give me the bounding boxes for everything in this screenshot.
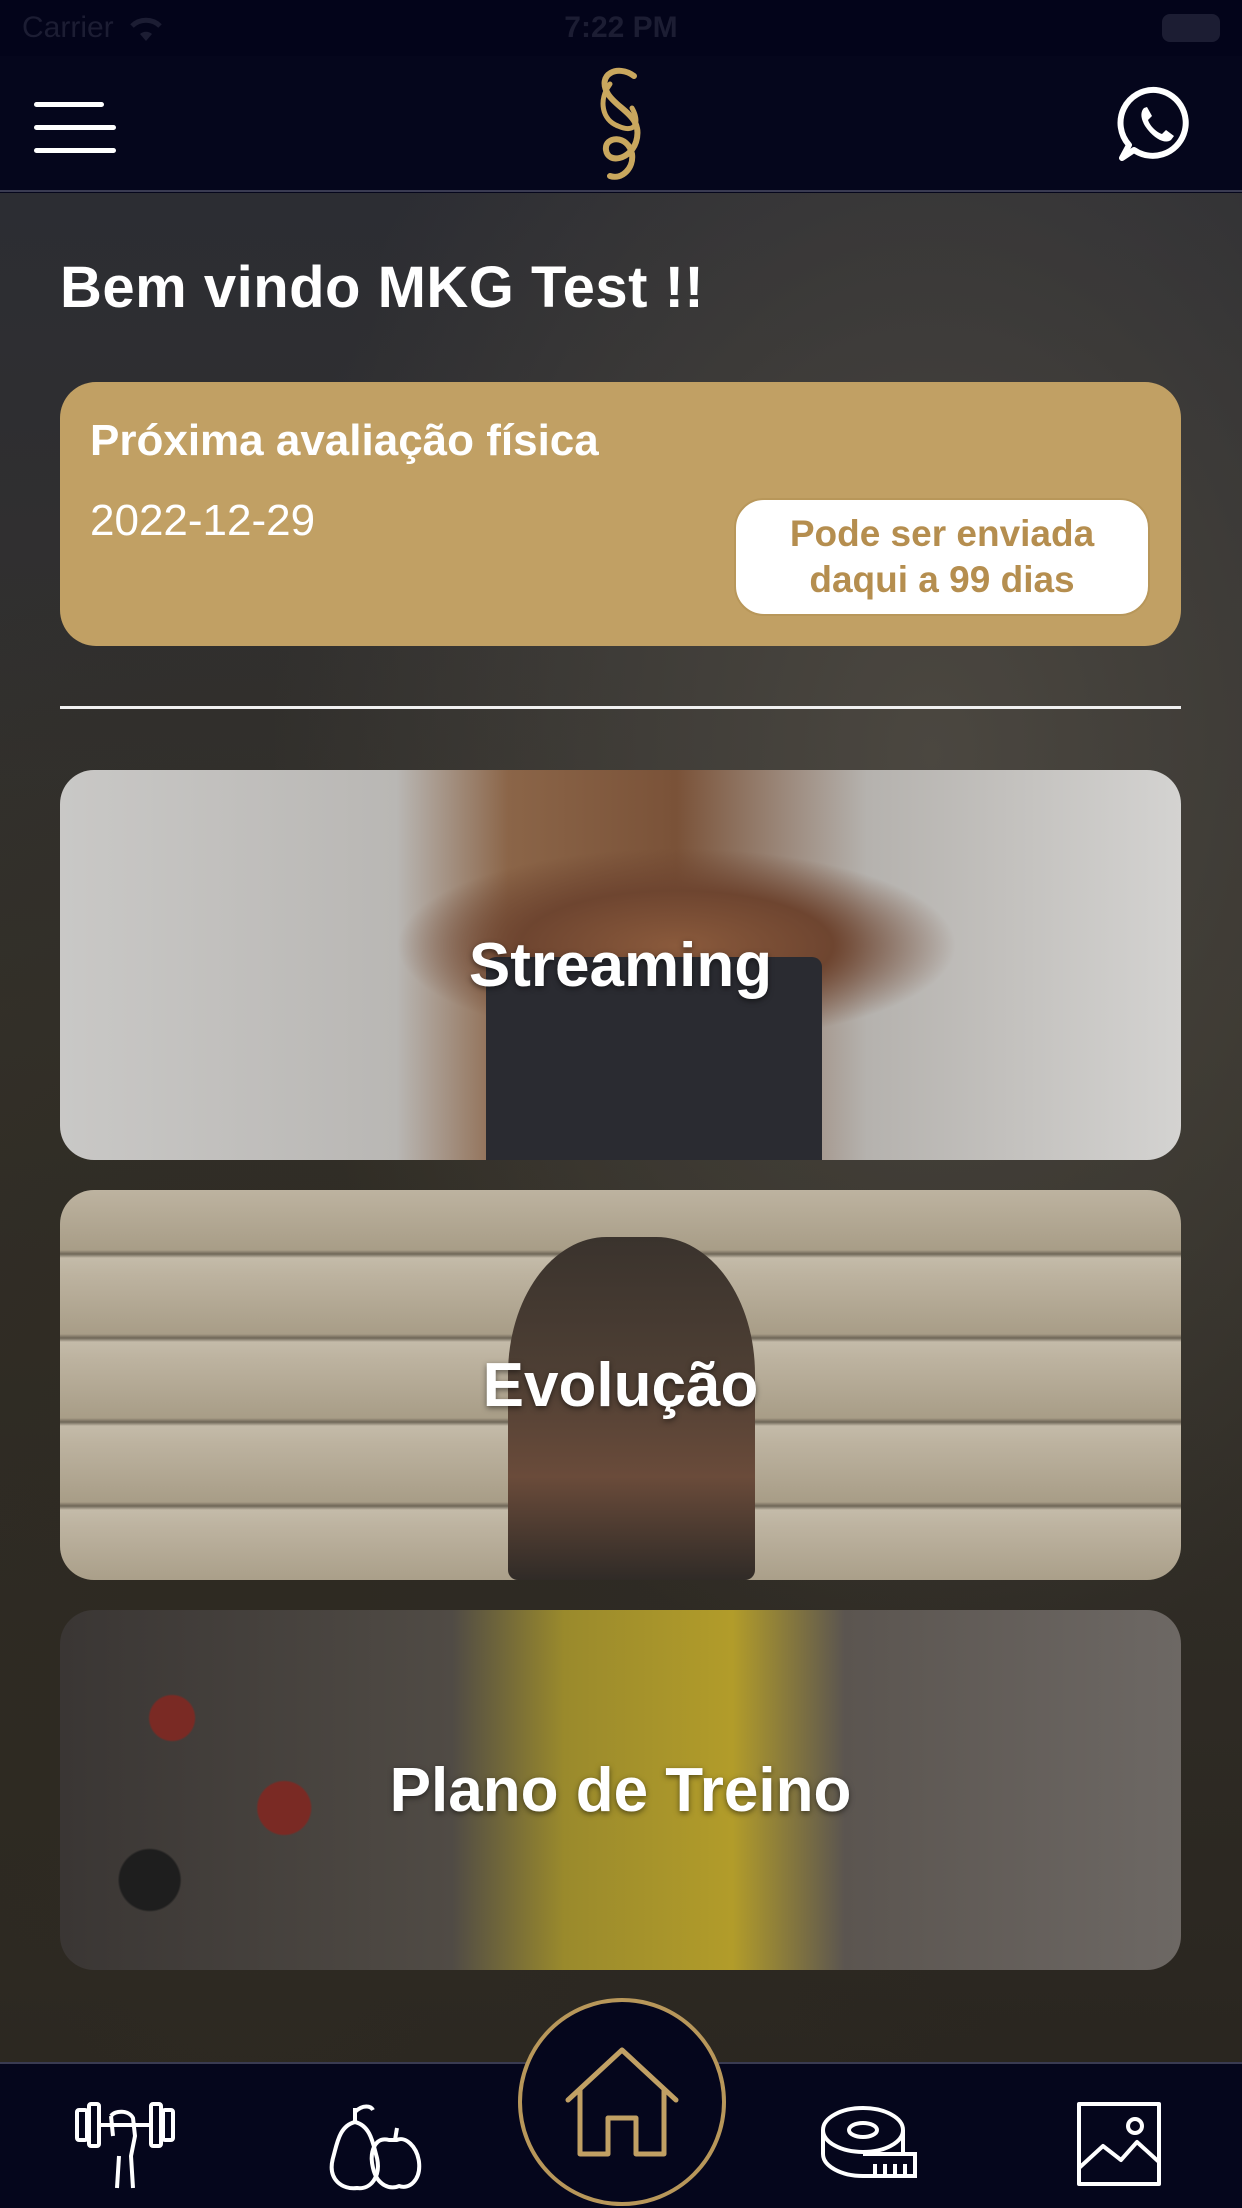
evaluation-date: 2022-12-29 [90, 496, 316, 545]
menu-line-middle [34, 125, 116, 130]
whatsapp-icon [1117, 86, 1189, 161]
whatsapp-button[interactable] [1116, 84, 1196, 164]
measure-tape-icon [821, 2106, 917, 2178]
menu-button[interactable] [34, 98, 116, 156]
plano-de-treino-label: Plano de Treino [389, 1755, 852, 1825]
home-icon [565, 2047, 679, 2157]
evaluation-button-line2: daqui a 99 dias [809, 559, 1075, 600]
menu-line-top [34, 102, 104, 107]
nav-bar [0, 56, 1242, 192]
streaming-tile[interactable]: Streaming [60, 770, 1181, 1160]
menu-line-bottom [34, 148, 116, 153]
evaluation-button-line1: Pode ser enviada [789, 512, 1095, 554]
tab-nutrition[interactable] [316, 2094, 426, 2194]
status-bar: Carrier 7:22 PM [0, 0, 1242, 56]
evaluation-send-button[interactable]: Pode ser enviada daqui a 99 dias [734, 498, 1150, 616]
evaluation-card: Próxima avaliação física 2022-12-29 Pode… [60, 382, 1181, 646]
plano-de-treino-tile[interactable]: Plano de Treino [60, 1610, 1181, 1970]
streaming-label: Streaming [468, 930, 773, 1000]
gallery-icon [1077, 2102, 1161, 2186]
welcome-title: Bem vindo MKG Test !! [60, 255, 705, 320]
evolucao-tile[interactable]: Evolução [60, 1190, 1181, 1580]
brand-logo-icon [600, 67, 641, 180]
evolucao-label: Evolução [482, 1350, 759, 1420]
workout-icon [75, 2102, 175, 2189]
nutrition-icon [329, 2104, 422, 2191]
tab-workout[interactable] [70, 2094, 180, 2194]
home-button[interactable] [518, 1998, 726, 2206]
status-time: 7:22 PM [564, 11, 678, 44]
tab-gallery[interactable] [1064, 2094, 1174, 2194]
evaluation-title: Próxima avaliação física [90, 416, 599, 465]
tab-measurements[interactable] [816, 2094, 926, 2194]
divider [60, 706, 1181, 709]
